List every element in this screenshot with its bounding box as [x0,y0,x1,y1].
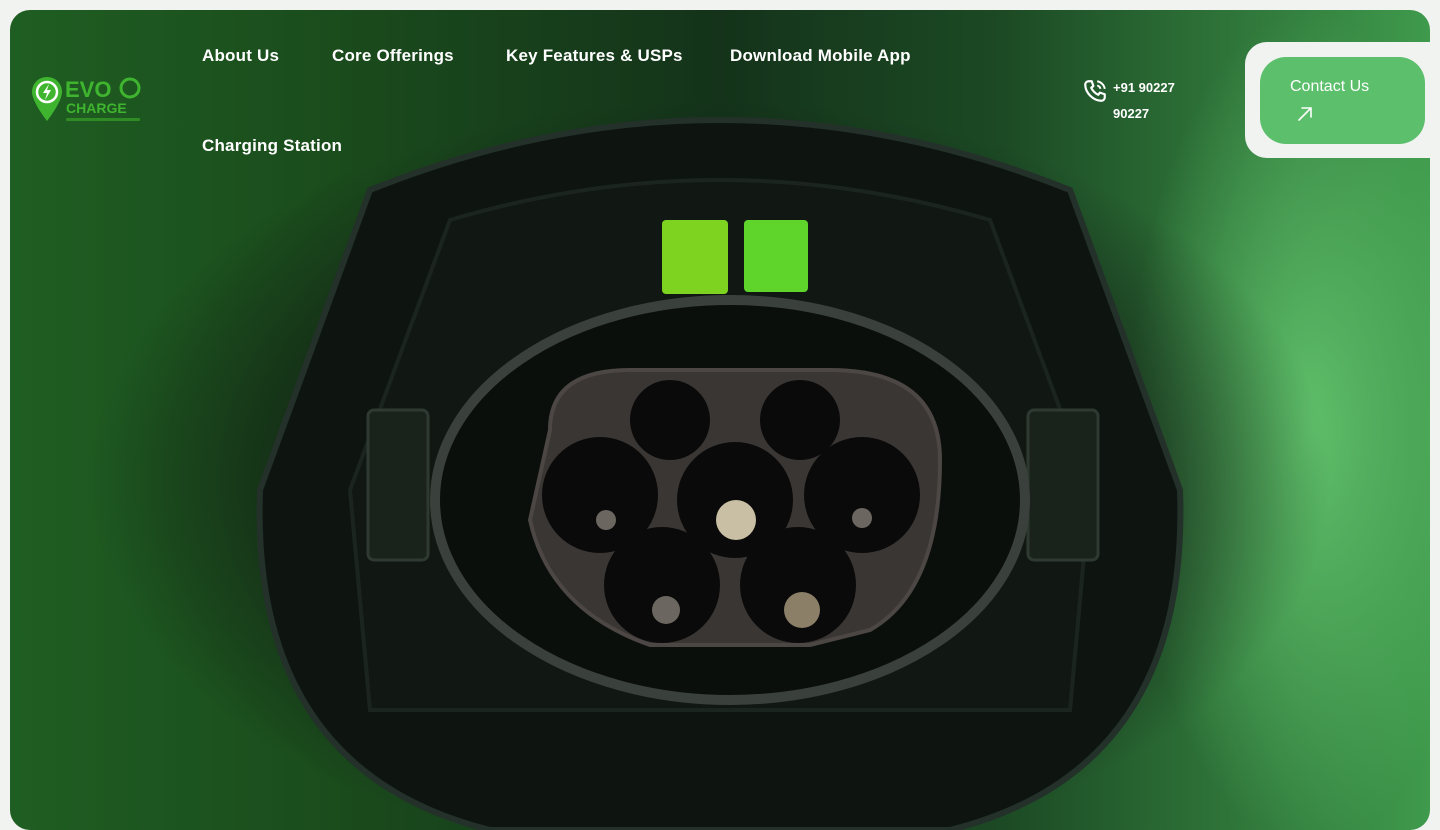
nav-key-features[interactable]: Key Features & USPs [506,46,683,66]
nav-charging-station[interactable]: Charging Station [202,136,342,156]
svg-text:EVO: EVO [65,77,111,102]
hero-banner: EVO CHARGE About Us Core Offerings Key F… [10,10,1430,830]
contact-us-label: Contact Us [1290,78,1370,95]
contact-us-button[interactable]: Contact Us [1260,57,1425,144]
indicator-light-right [744,220,808,292]
phone-number-line1: +91 90227 [1113,80,1175,95]
nav-about-us[interactable]: About Us [202,46,279,66]
phone-number-line2: 90227 [1113,106,1150,121]
hero-charging-socket-image [256,117,1184,830]
arrow-up-right-icon [1298,107,1312,121]
nav-core-offerings[interactable]: Core Offerings [332,46,454,66]
svg-text:CHARGE: CHARGE [66,100,127,116]
indicator-light-left [662,220,728,294]
nav-download-mobile-app[interactable]: Download Mobile App [730,46,911,66]
phone-number[interactable]: +91 90227 90227 [1113,75,1193,127]
evo-charge-logo[interactable]: EVO CHARGE [32,75,150,135]
phone-icon[interactable] [1082,78,1108,104]
